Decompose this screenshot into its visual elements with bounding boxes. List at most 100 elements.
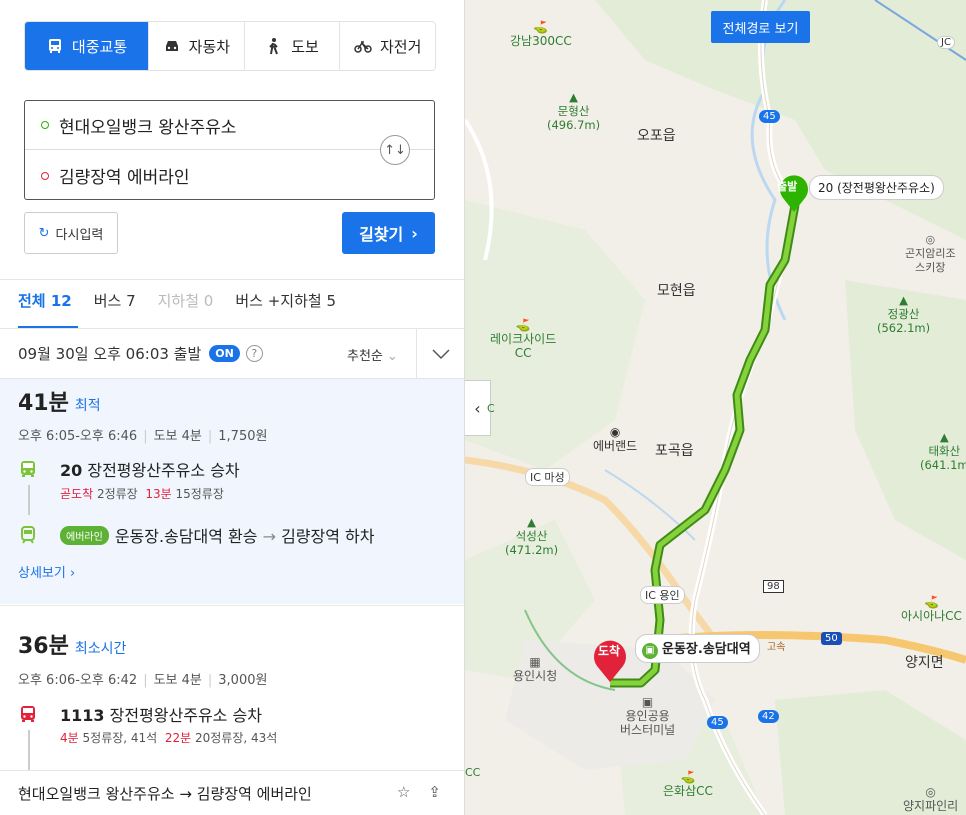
realtime-on-badge[interactable]: ON [209, 345, 240, 362]
full-route-button[interactable]: 전체경로 보기 [711, 11, 810, 43]
end-label[interactable]: ▣ 운동장.송담대역 [635, 634, 760, 663]
end-label-text: 운동장.송담대역 [662, 642, 751, 657]
tab-subway: 지하철 0 [157, 292, 214, 310]
alight-stop: 김량장역 하차 [281, 527, 375, 546]
arrival-info: 4분 5정류장, 41석 22분 20정류장, 43석 [60, 729, 277, 746]
swap-icon[interactable]: ↑↓ [380, 135, 410, 165]
tab-bus-subway[interactable]: 버스 +지하철 5 [235, 290, 336, 318]
collapse-button[interactable] [416, 329, 464, 379]
map-mountain-label: ▲ 문형산 (496.7m) [547, 90, 601, 132]
place-name: 마성 [544, 471, 565, 484]
tab-all[interactable]: 전체 12 [18, 290, 72, 318]
reset-button[interactable]: ↻ 다시입력 [24, 212, 118, 254]
time-range: 오후 6:05-오후 6:46 [18, 429, 138, 444]
map-place-label: C [487, 402, 495, 415]
arrow-icon: → [262, 527, 276, 546]
chevron-down-icon [432, 349, 450, 360]
destination-text: 김량장역 에버라인 [59, 168, 190, 188]
map-place-label: ⛳ 강남300CC [510, 20, 572, 48]
arrival-stops: 20정류장, 43석 [195, 731, 278, 745]
stop-name: 장전평왕산주유소 승차 [87, 461, 240, 480]
map-mountain-label: ▲ 석성산 (471.2m) [505, 515, 559, 557]
start-label[interactable]: 20 (장전평왕산주유소) [809, 175, 944, 200]
destination-field[interactable]: 김량장역 에버라인 [25, 151, 370, 200]
arrival-stops: 5정류장, 41석 [82, 731, 158, 745]
map-place-label: CC [465, 766, 481, 779]
destination-dot-icon [41, 171, 49, 180]
route-shield: 98 [763, 580, 784, 593]
walk-time: 도보 4분 [153, 429, 202, 444]
bike-icon [354, 41, 372, 53]
departure-time[interactable]: 09월 30일 오후 06:03 출발 [18, 343, 201, 364]
map-town-label: 모현읍 [657, 283, 696, 299]
share-icon[interactable]: ⇪ [428, 783, 441, 801]
end-badge: 도착 [598, 644, 621, 658]
departure-row: 09월 30일 오후 06:03 출발 ON ? 추천순 ⌄ [0, 329, 464, 379]
route-meta: 오후 6:05-오후 6:46 | 도보 4분 | 1,750원 [18, 429, 268, 444]
route-result-card[interactable]: 41분 최적 오후 6:05-오후 6:46 | 도보 4분 | 1,750원 20 장전… [0, 379, 464, 604]
bus-icon [48, 39, 61, 53]
detail-link[interactable]: 상세보기 › [18, 562, 75, 581]
detail-label: 상세보기 [18, 566, 66, 581]
map-mountain-label: ▲ 정광산 (562.1m) [877, 293, 931, 335]
route-line [28, 730, 30, 770]
route-duration: 36분 최소시간 [18, 628, 126, 660]
bus-line-number: 20 [60, 461, 83, 480]
place-name: 용인 [659, 589, 680, 602]
bus-icon [18, 459, 38, 479]
help-icon[interactable]: ? [245, 345, 263, 362]
walk-time: 도보 4분 [153, 673, 202, 688]
place-name: 레이크사이드 CC [490, 332, 557, 360]
mode-car[interactable]: 자동차 [148, 22, 244, 70]
duration-value: 36분 [18, 634, 69, 659]
route-tag: 최적 [74, 398, 101, 414]
route-step: 에버라인 운동장.송담대역 환승 → 김량장역 하차 [18, 523, 374, 547]
time-range: 오후 6:06-오후 6:42 [18, 673, 138, 688]
walk-icon [269, 38, 279, 55]
map-place-label: ▣ 용인공용 버스터미널 [620, 695, 676, 737]
mode-car-label: 자동차 [188, 37, 231, 56]
place-name: 아시아나CC [901, 609, 962, 623]
chevron-down-icon: ⌄ [386, 349, 398, 364]
mode-transit-label: 대중교통 [71, 37, 128, 56]
search-button[interactable]: 길찾기 › [342, 212, 435, 254]
train-icon [18, 525, 38, 545]
route-result-card[interactable]: 36분 최소시간 오후 6:06-오후 6:42 | 도보 4분 | 3,000원 111… [0, 605, 464, 770]
mode-walk-label: 도보 [291, 37, 319, 56]
route-step: 1113 장전평왕산주유소 승차 [18, 702, 262, 726]
arrival-time: 4분 [60, 731, 79, 745]
arrival-info: 곧도착 2정류장 13분 15정류장 [60, 485, 224, 502]
star-icon[interactable]: ☆ [397, 783, 410, 801]
route-shield: 50 [821, 632, 842, 645]
sort-label: 추천순 [347, 349, 383, 364]
tab-bus[interactable]: 버스 7 [94, 290, 136, 318]
chevron-right-icon: › [411, 223, 418, 243]
directions-panel: 대중교통 자동차 도보 자전거 현대오일뱅크 왕산주유소 김량장역 에버라인 ↑… [0, 0, 465, 815]
map-town-label: 오포읍 [637, 128, 676, 144]
map-town-label: 포곡읍 [655, 443, 694, 459]
stop-name: 장전평왕산주유소 승차 [109, 706, 262, 725]
transit-route-line [610, 204, 800, 688]
route-duration: 41분 최적 [18, 385, 101, 417]
map-view[interactable]: 전체경로 보기 출발 20 (장전평왕산주유소) 도착 ▣ 운동장.송담대역 ‹ … [465, 0, 966, 815]
arrival-time: 13분 [145, 487, 172, 501]
origin-dot-icon [41, 121, 49, 129]
origin-field[interactable]: 현대오일뱅크 왕산주유소 [25, 101, 434, 150]
train-icon: ▣ [642, 643, 658, 659]
map-place-label: ⛳ 아시아나CC [901, 595, 962, 623]
map-ic-label: IC 용인 [640, 586, 685, 604]
mode-walk[interactable]: 도보 [243, 22, 340, 70]
map-mountain-label: ▲ 태화산 (641.1m [920, 430, 966, 472]
route-inputs: 현대오일뱅크 왕산주유소 김량장역 에버라인 ↑↓ [24, 100, 435, 200]
map-place-label: ▦ 용인시청 [513, 655, 558, 683]
mode-bike[interactable]: 자전거 [339, 22, 435, 70]
sort-dropdown[interactable]: 추천순 ⌄ [347, 345, 398, 364]
route-line [28, 485, 30, 515]
fare: 1,750원 [218, 429, 268, 444]
search-label: 길찾기 [359, 225, 404, 244]
map-place-label: ◎ 양지파인리 [903, 785, 959, 813]
chevron-left-icon: ‹ [474, 398, 481, 418]
mode-transit[interactable]: 대중교통 [25, 22, 149, 70]
route-shield: 42 [758, 710, 779, 723]
bus-line-number: 1113 [60, 706, 105, 725]
